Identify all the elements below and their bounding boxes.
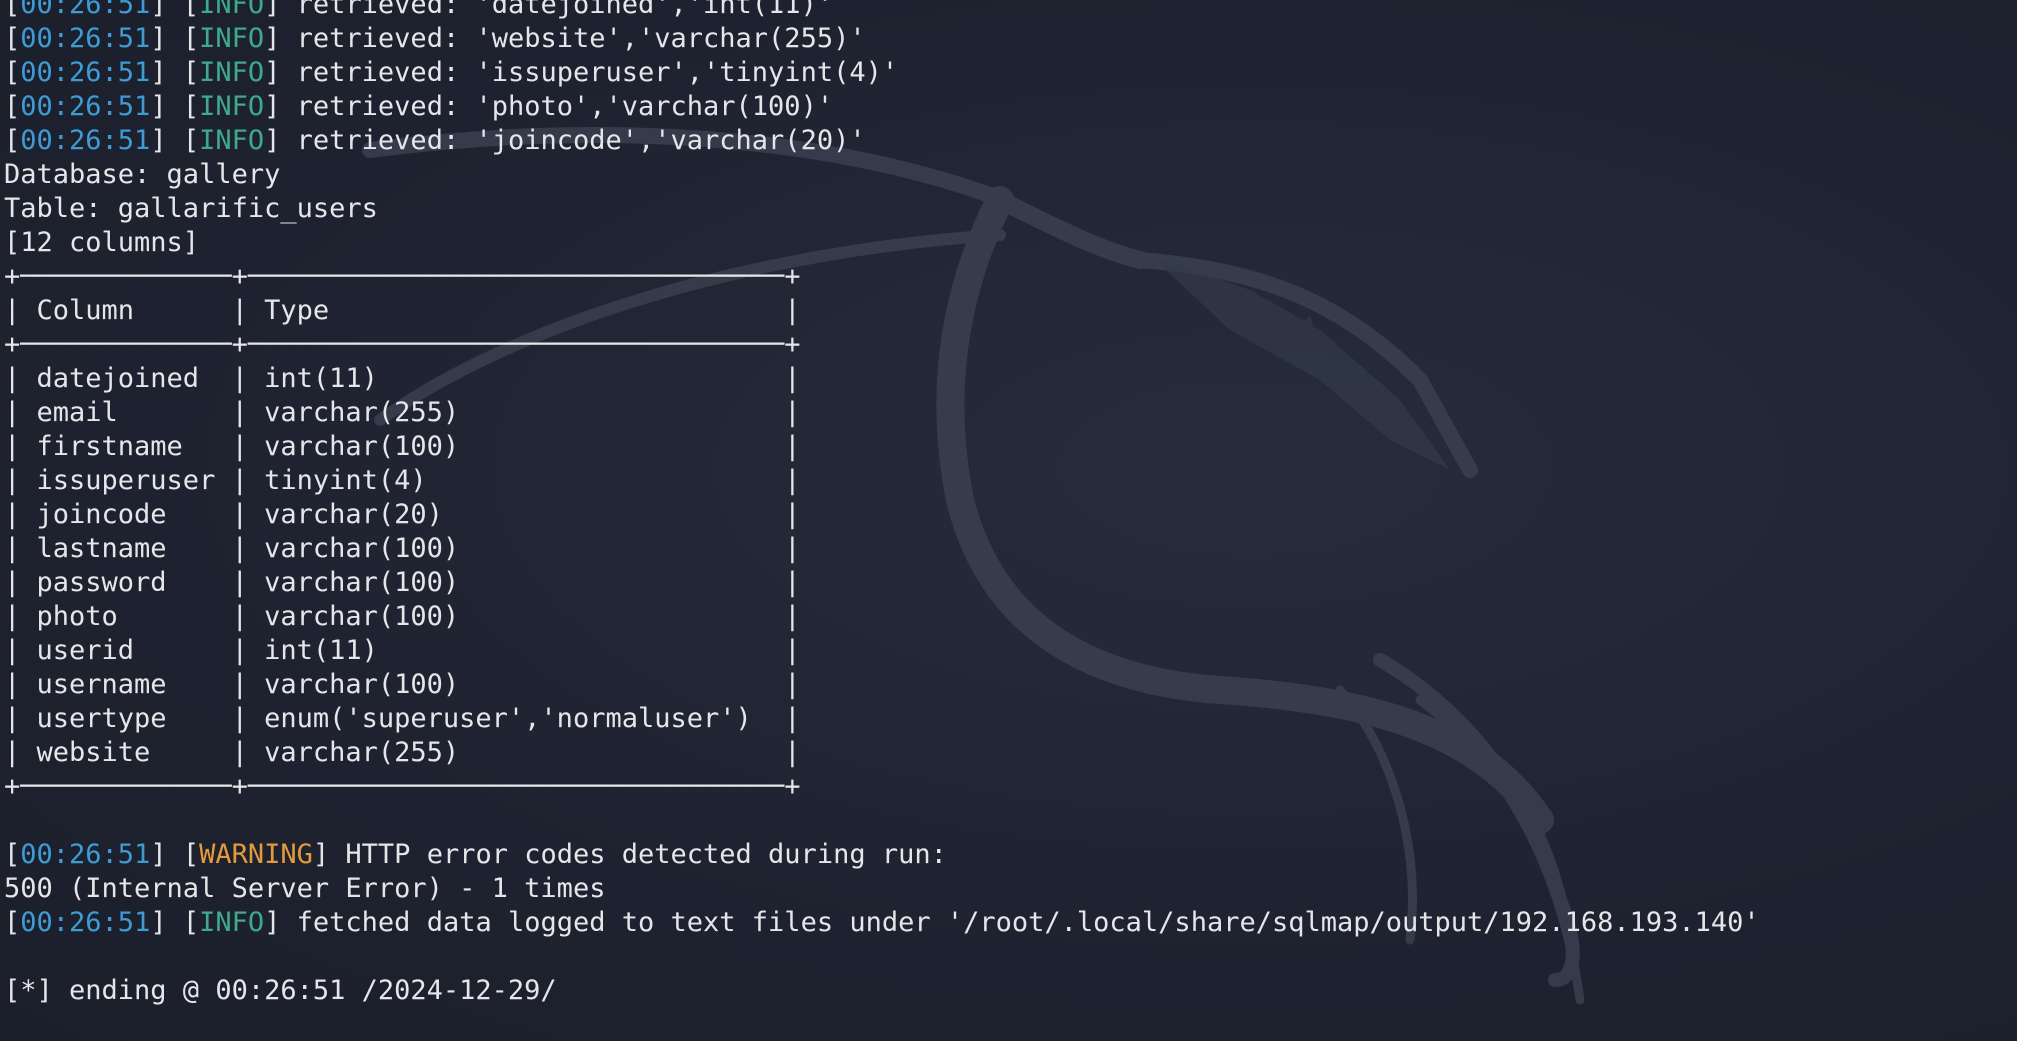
terminal-output[interactable]: [00:26:51] [INFO] retrieved: 'datejoined…	[4, 0, 1760, 1008]
log-line: [00:26:51] [INFO] retrieved: 'website','…	[4, 22, 1760, 56]
log-timestamp: 00:26:51	[20, 0, 151, 20]
bracket: [	[4, 57, 21, 88]
table-row: | password | varchar(100) |	[4, 567, 801, 598]
bracket: ] [	[150, 57, 200, 88]
table-row: | joincode | varchar(20) |	[4, 499, 801, 530]
table-row: +─────────────+─────────────────────────…	[4, 261, 801, 292]
terminal-window[interactable]: [00:26:51] [INFO] retrieved: 'datejoined…	[0, 0, 2017, 1041]
bracket: ] [	[150, 839, 200, 870]
bracket: [	[4, 91, 21, 122]
log-line: [00:26:51] [INFO] retrieved: 'photo','va…	[4, 90, 1760, 124]
output-line: 500 (Internal Server Error) - 1 times	[4, 873, 606, 904]
log-line: [00:26:51] [INFO] retrieved: 'datejoined…	[4, 0, 1760, 22]
table-row: +─────────────+─────────────────────────…	[4, 771, 801, 802]
log-message: retrieved: 'photo','varchar(100)'	[280, 91, 834, 122]
bracket: ] [	[150, 125, 200, 156]
output-line: [*] ending @ 00:26:51 /2024-12-29/	[4, 975, 557, 1006]
output-line: Database: gallery	[4, 159, 281, 190]
bracket: ]	[264, 125, 281, 156]
log-line: [00:26:51] [WARNING] HTTP error codes de…	[4, 838, 1760, 872]
log-message: retrieved: 'website','varchar(255)'	[280, 23, 866, 54]
table-row: | firstname | varchar(100) |	[4, 431, 801, 462]
bracket: ]	[264, 57, 281, 88]
table-row: | lastname | varchar(100) |	[4, 533, 801, 564]
log-message: retrieved: 'joincode','varchar(20)'	[280, 125, 866, 156]
table-row: +─────────────+─────────────────────────…	[4, 329, 801, 360]
log-line: [00:26:51] [INFO] fetched data logged to…	[4, 906, 1760, 940]
log-message: retrieved: 'issuperuser','tinyint(4)'	[280, 57, 899, 88]
log-timestamp: 00:26:51	[20, 839, 151, 870]
bracket: ]	[264, 23, 281, 54]
warning-level: WARNING	[199, 839, 313, 870]
log-line: [00:26:51] [INFO] retrieved: 'issuperuse…	[4, 56, 1760, 90]
table-row: | issuperuser | tinyint(4) |	[4, 465, 801, 496]
table-row: | photo | varchar(100) |	[4, 601, 801, 632]
table-row: | username | varchar(100) |	[4, 669, 801, 700]
bracket: ]	[264, 907, 281, 938]
log-line: [00:26:51] [INFO] retrieved: 'joincode',…	[4, 124, 1760, 158]
log-timestamp: 00:26:51	[20, 23, 151, 54]
bracket: ]	[312, 839, 330, 870]
output-line: Table: gallarific_users	[4, 193, 378, 224]
bracket: [	[4, 23, 21, 54]
log-timestamp: 00:26:51	[20, 907, 151, 938]
table-row: | datejoined | int(11) |	[4, 363, 801, 394]
info-level: INFO	[199, 23, 265, 54]
table-row: | usertype | enum('superuser','normaluse…	[4, 703, 801, 734]
bracket: ]	[264, 0, 281, 20]
log-timestamp: 00:26:51	[20, 125, 151, 156]
log-message: HTTP error codes detected during run:	[329, 839, 947, 870]
output-line: [12 columns]	[4, 227, 200, 258]
log-timestamp: 00:26:51	[20, 91, 151, 122]
info-level: INFO	[199, 57, 265, 88]
bracket: [	[4, 839, 21, 870]
table-row: | userid | int(11) |	[4, 635, 801, 666]
info-level: INFO	[199, 0, 265, 20]
bracket: ] [	[150, 907, 200, 938]
log-timestamp: 00:26:51	[20, 57, 151, 88]
bracket: ] [	[150, 91, 200, 122]
bracket: ] [	[150, 23, 200, 54]
table-row: | Column | Type |	[4, 295, 801, 326]
log-message: fetched data logged to text files under …	[280, 907, 1760, 938]
bracket: [	[4, 125, 21, 156]
log-message: retrieved: 'datejoined','int(11)'	[280, 0, 834, 20]
bracket: ] [	[150, 0, 200, 20]
bracket: [	[4, 0, 21, 20]
table-row: | email | varchar(255) |	[4, 397, 801, 428]
info-level: INFO	[199, 125, 265, 156]
info-level: INFO	[199, 91, 265, 122]
bracket: [	[4, 907, 21, 938]
bracket: ]	[264, 91, 281, 122]
table-row: | website | varchar(255) |	[4, 737, 801, 768]
info-level: INFO	[199, 907, 265, 938]
